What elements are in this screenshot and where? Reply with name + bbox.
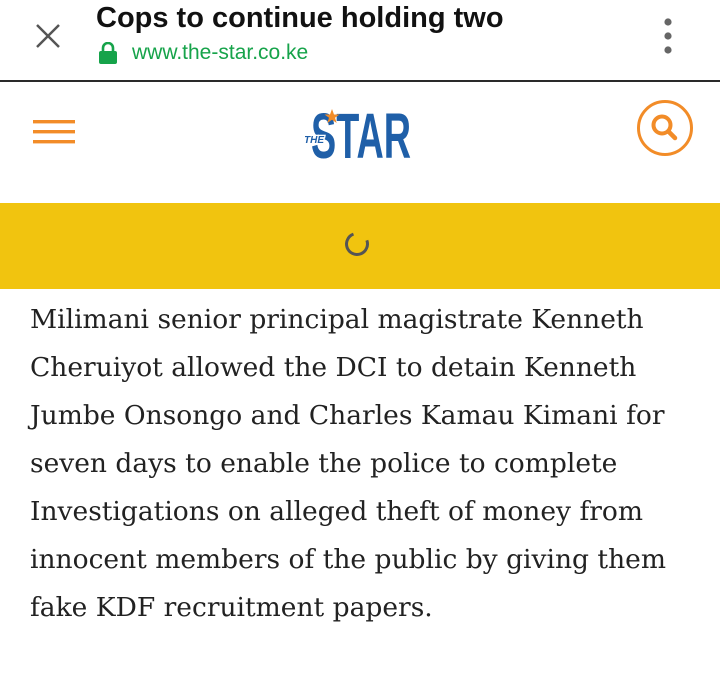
loading-spinner-icon [341, 228, 373, 260]
menu-button[interactable] [33, 117, 75, 147]
search-button[interactable] [637, 100, 693, 156]
url-bar[interactable]: www.the-star.co.ke [98, 40, 308, 66]
close-tab-button[interactable] [30, 18, 66, 54]
search-icon [651, 114, 678, 141]
site-header: STAR THE [0, 82, 720, 203]
logo-wordmark: STAR [311, 100, 411, 164]
more-vert-icon [664, 18, 672, 54]
article-paragraph: Milimani senior principal magistrate Ken… [30, 304, 666, 623]
logo-the: THE [305, 135, 324, 146]
url-text: www.the-star.co.ke [132, 41, 309, 64]
site-logo[interactable]: STAR THE [303, 98, 417, 172]
lock-icon [99, 42, 117, 64]
star-logo: STAR THE [303, 100, 411, 172]
ad-banner [0, 203, 720, 289]
browser-menu-button[interactable] [655, 16, 681, 56]
page-title: Cops to continue holding two [96, 2, 504, 34]
hamburger-icon [33, 120, 75, 144]
close-icon [36, 24, 60, 48]
browser-toolbar: Cops to continue holding two www.the-sta… [0, 0, 720, 82]
